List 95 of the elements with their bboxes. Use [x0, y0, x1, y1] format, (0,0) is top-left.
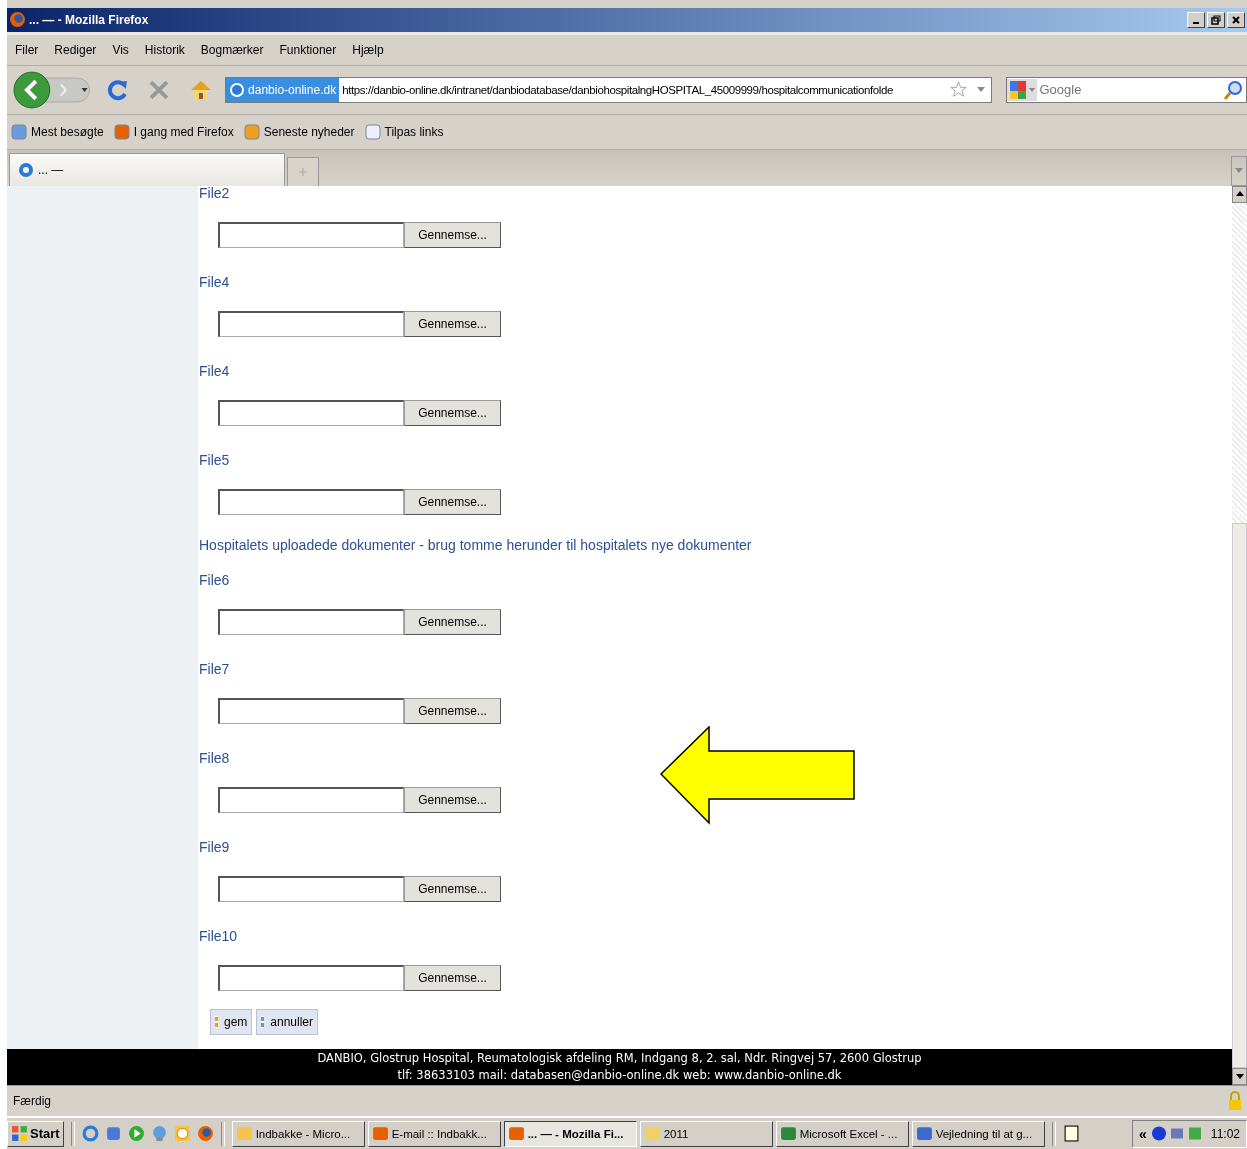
- taskbar-button[interactable]: Vejledning til at g...: [911, 1120, 1045, 1147]
- field-label: File8: [199, 748, 231, 767]
- file-input[interactable]: [218, 488, 404, 515]
- file-input[interactable]: [218, 399, 404, 426]
- windows-logo: [11, 1125, 28, 1142]
- app-icon: [779, 1125, 797, 1142]
- scroll-up-icon[interactable]: [1235, 191, 1244, 198]
- menu-item[interactable]: Rediger: [54, 42, 97, 57]
- file-input[interactable]: [218, 608, 404, 635]
- bookmark-item[interactable]: Seneste nyheder: [243, 123, 355, 140]
- field-label: File7: [199, 659, 231, 678]
- browse-button[interactable]: Gennemse...: [404, 221, 501, 248]
- dropdown-icon[interactable]: [977, 86, 986, 93]
- plus-icon: [298, 166, 308, 177]
- browse-button[interactable]: Gennemse...: [404, 399, 501, 426]
- clock: 11:02: [1210, 1126, 1240, 1141]
- url-text: https://danbio-online.dk/intranet/danbiodatabase/danbiohospitalngHOSPITAL_45009999/hospitalcommunicationfolde: [341, 83, 893, 96]
- start-button[interactable]: Start: [7, 1120, 64, 1147]
- bookmark-icon: [113, 123, 130, 140]
- file-input[interactable]: [218, 697, 404, 724]
- app-icon: [507, 1125, 525, 1142]
- calendar-icon[interactable]: [173, 1125, 191, 1142]
- section-heading: Hospitalets uploadede dokumenter - brug tomme herunder til hospitalets nye dokumenter: [199, 535, 753, 554]
- taskbar-button[interactable]: ... — - Mozilla Fi...: [503, 1120, 637, 1147]
- field-label: File6: [199, 570, 231, 589]
- tray-expand-button[interactable]: «: [1139, 1125, 1147, 1142]
- browse-button[interactable]: Gennemse...: [404, 697, 501, 724]
- app-icon: [235, 1125, 253, 1142]
- file-input[interactable]: [218, 964, 404, 991]
- star-icon[interactable]: [950, 81, 968, 99]
- close-button[interactable]: [1227, 12, 1245, 28]
- browse-button[interactable]: Gennemse...: [404, 310, 501, 337]
- cancel-button[interactable]: annuller: [256, 1008, 319, 1035]
- browse-button[interactable]: Gennemse...: [404, 875, 501, 902]
- bookmark-item[interactable]: Mest besøgte: [11, 123, 104, 140]
- app-icon[interactable]: [104, 1125, 122, 1142]
- search-engine-icon[interactable]: [1007, 78, 1038, 101]
- search-box[interactable]: Google: [1006, 76, 1247, 103]
- padlock-icon: [1227, 1090, 1243, 1113]
- browser-icon[interactable]: [196, 1125, 214, 1142]
- status-text: Færdig: [13, 1094, 51, 1109]
- browser-icon[interactable]: [81, 1125, 99, 1142]
- menu-item[interactable]: Funktioner: [279, 42, 337, 57]
- close-icon: [1231, 15, 1241, 25]
- scroll-down-icon[interactable]: [1235, 1073, 1244, 1080]
- help-icon[interactable]: [1062, 1125, 1080, 1142]
- app-icon: [915, 1125, 933, 1142]
- field-label: File2: [199, 185, 231, 202]
- field-label: File10: [199, 926, 239, 945]
- address-bar[interactable]: danbio-online.dk https://danbio-online.dk/intranet/danbiodatabase/danbiohospitalngHOSPITAL_45009999/hospitalcommunicationfolde: [225, 76, 993, 103]
- file-input[interactable]: [218, 875, 404, 902]
- menu-item[interactable]: Bogmærker: [200, 42, 264, 57]
- field-label: File9: [199, 837, 231, 856]
- field-label: File5: [199, 450, 231, 469]
- window-title: ... — - Mozilla Firefox: [29, 13, 149, 27]
- app-icon: [371, 1125, 389, 1142]
- menu-item[interactable]: Vis: [112, 42, 129, 57]
- reload-icon[interactable]: [105, 77, 130, 102]
- site-icon: [229, 81, 246, 98]
- menu-item[interactable]: Filer: [15, 42, 39, 57]
- search-icon[interactable]: [1223, 79, 1243, 100]
- file-input[interactable]: [218, 786, 404, 813]
- taskbar-button[interactable]: E-mail :: Indbakk...: [367, 1120, 501, 1147]
- bookmark-icon: [364, 123, 381, 140]
- restore-button[interactable]: [1207, 12, 1225, 28]
- restore-icon: [1211, 15, 1221, 25]
- minimize-button[interactable]: [1187, 12, 1205, 28]
- menu-item[interactable]: Hjælp: [352, 42, 384, 57]
- taskbar-button[interactable]: Indbakke - Micro...: [231, 1120, 365, 1147]
- bookmark-item[interactable]: Tilpas links: [364, 123, 444, 140]
- caret-icon: [1235, 167, 1243, 174]
- minimize-icon: [1193, 22, 1199, 24]
- tray-icons[interactable]: [1150, 1125, 1203, 1142]
- footer-text: tlf: 38633103 mail: databasen@danbio-online.dk web: www.danbio-online.dk: [397, 1067, 842, 1085]
- browser-icon: [9, 11, 26, 29]
- site-icon: [18, 161, 34, 178]
- bookmark-item[interactable]: I gang med Firefox: [113, 123, 234, 140]
- footer-text: DANBIO, Glostrup Hospital, Reumatologisk afdeling RM, Indgang 8, 2. sal, Ndr. Ringvej 57, 2600 Glostrup: [317, 1050, 922, 1068]
- file-input[interactable]: [218, 310, 404, 337]
- app-icon: [643, 1125, 661, 1142]
- save-button[interactable]: gem: [210, 1008, 253, 1035]
- media-player-icon[interactable]: [127, 1125, 145, 1142]
- file-input[interactable]: [218, 221, 404, 248]
- bookmark-icon: [243, 123, 260, 140]
- taskbar-button[interactable]: 2011: [639, 1120, 773, 1147]
- browse-button[interactable]: Gennemse...: [404, 786, 501, 813]
- browser-tab[interactable]: ... —: [9, 152, 285, 186]
- taskbar-button[interactable]: Microsoft Excel - ...: [775, 1120, 909, 1147]
- bookmark-icon: [11, 123, 27, 140]
- menu-item[interactable]: Historik: [144, 42, 185, 57]
- browse-button[interactable]: Gennemse...: [404, 608, 501, 635]
- field-label: File4: [199, 361, 231, 380]
- browse-button[interactable]: Gennemse...: [404, 488, 501, 515]
- browse-button[interactable]: Gennemse...: [404, 964, 501, 991]
- field-label: File4: [199, 272, 231, 291]
